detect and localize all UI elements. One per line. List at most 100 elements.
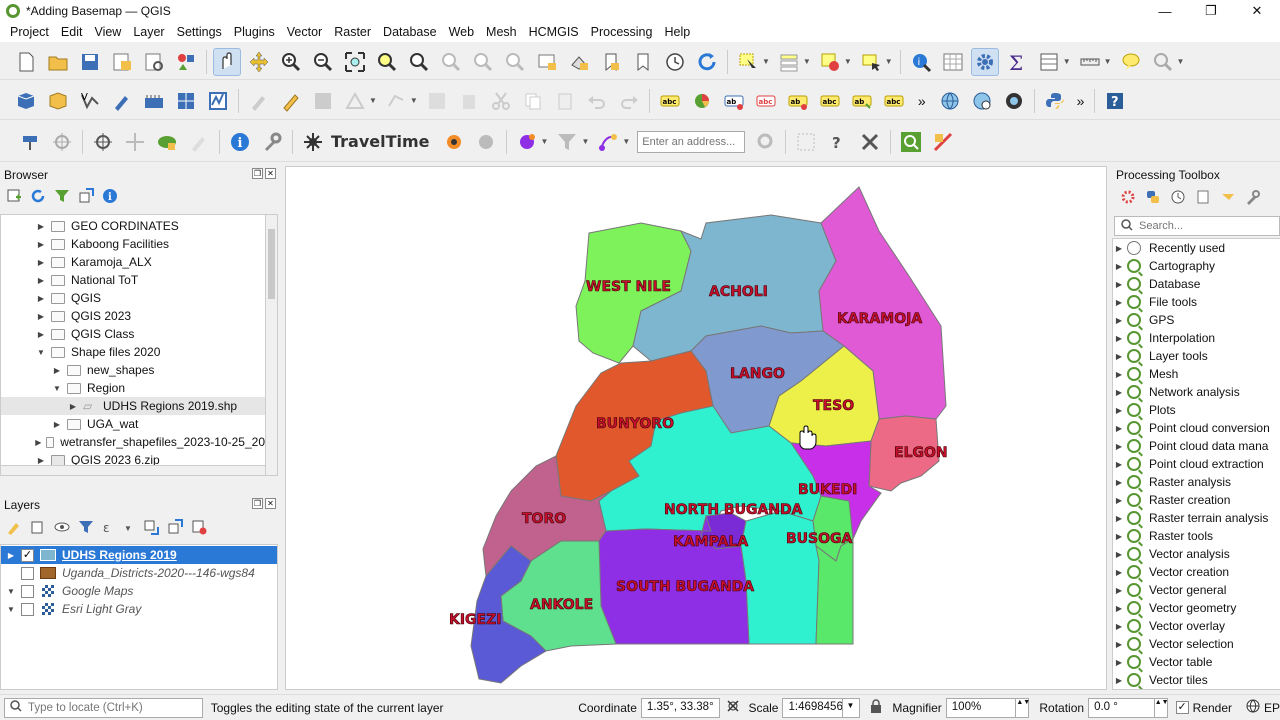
pan-map-icon[interactable] bbox=[213, 47, 241, 76]
select-location-icon[interactable] bbox=[857, 48, 885, 76]
coordinate-field[interactable]: 1.35°, 33.38° bbox=[640, 697, 721, 718]
menu-hcmgis[interactable]: HCMGIS bbox=[523, 25, 585, 39]
menu-edit[interactable]: Edit bbox=[55, 25, 89, 39]
close-button[interactable]: ✕ bbox=[1234, 0, 1280, 22]
processing-item[interactable]: ▶ Cartography bbox=[1113, 257, 1280, 275]
label-change-icon[interactable]: ab bbox=[848, 87, 876, 115]
open-attribute-table-icon[interactable] bbox=[939, 48, 967, 76]
lock-scale-icon[interactable] bbox=[870, 699, 882, 716]
open-project-icon[interactable] bbox=[44, 48, 72, 76]
help-identify-icon[interactable]: ? bbox=[824, 128, 852, 156]
expand-arrow-icon[interactable]: ▶ bbox=[1113, 262, 1125, 271]
processing-item[interactable]: ▶ Vector overlay bbox=[1113, 617, 1280, 635]
models-icon[interactable] bbox=[1120, 189, 1136, 208]
delete-selected-icon[interactable] bbox=[455, 87, 483, 115]
info-icon[interactable]: i bbox=[102, 188, 118, 207]
digitize-icon[interactable] bbox=[108, 87, 136, 115]
expand-arrow-icon[interactable]: ▶ bbox=[1113, 370, 1125, 379]
processing-item-recently-used[interactable]: ▶ Recently used bbox=[1113, 239, 1280, 257]
add-grid-layer-icon[interactable] bbox=[172, 87, 200, 115]
processing-item[interactable]: ▶ Point cloud conversion bbox=[1113, 419, 1280, 437]
processing-item[interactable]: ▶ Raster analysis bbox=[1113, 473, 1280, 491]
menu-plugins[interactable]: Plugins bbox=[228, 25, 281, 39]
expand-arrow-icon[interactable]: ▶ bbox=[1113, 442, 1125, 451]
expand-arrow-icon[interactable]: ▶ bbox=[1113, 622, 1125, 631]
label-abc-icon[interactable]: abc bbox=[656, 87, 684, 115]
layer-visibility-checkbox[interactable] bbox=[21, 602, 34, 616]
magnifier-field[interactable]: 100% bbox=[945, 697, 1016, 718]
add-group-icon[interactable] bbox=[30, 519, 46, 538]
address-search-icon[interactable] bbox=[751, 128, 779, 156]
tree-item[interactable]: ▶ wetransfer_shapefiles_2023-10-25_20 bbox=[1, 433, 265, 451]
processing-item[interactable]: ▶ Raster creation bbox=[1113, 491, 1280, 509]
expand-arrow-icon[interactable]: ▶ bbox=[1113, 388, 1125, 397]
menu-database[interactable]: Database bbox=[377, 25, 443, 39]
data-source-manager-icon[interactable] bbox=[12, 87, 40, 115]
browser-scrollbar[interactable] bbox=[265, 215, 277, 475]
collapse-arrow-icon[interactable]: ▼ bbox=[5, 605, 17, 614]
snapping-icon[interactable] bbox=[121, 128, 149, 156]
new-print-layout-icon[interactable] bbox=[108, 48, 136, 76]
address-input[interactable] bbox=[637, 130, 746, 153]
tree-item[interactable]: ▶ Kaboong Facilities bbox=[1, 235, 265, 253]
expand-arrow-icon[interactable]: ▶ bbox=[1113, 352, 1125, 361]
refresh-icon[interactable] bbox=[693, 48, 721, 76]
collapse-arrow-icon[interactable]: ▼ bbox=[35, 348, 47, 357]
layer-visibility-checkbox[interactable]: ✓ bbox=[21, 548, 34, 562]
layer-row-udhs-regions[interactable]: ▶ ✓ UDHS Regions 2019 bbox=[1, 546, 277, 564]
processing-item[interactable]: ▶ Vector creation bbox=[1113, 563, 1280, 581]
processing-item[interactable]: ▶ Database bbox=[1113, 275, 1280, 293]
scale-dropdown-icon[interactable]: ▼ bbox=[842, 697, 861, 718]
expand-arrow-icon[interactable]: ▶ bbox=[1113, 550, 1125, 559]
results-viewer-icon[interactable] bbox=[1195, 189, 1211, 208]
menu-project[interactable]: Project bbox=[4, 25, 55, 39]
dropdown-arrow-icon[interactable]: ▼ bbox=[762, 57, 770, 66]
current-edits-icon[interactable] bbox=[245, 87, 273, 115]
add-feature-icon[interactable] bbox=[341, 87, 369, 115]
layer-styling-icon[interactable] bbox=[6, 519, 22, 538]
dropdown-arrow-icon[interactable]: ▼ bbox=[885, 57, 893, 66]
dropdown-arrow-icon[interactable]: ▼ bbox=[1104, 57, 1112, 66]
processing-item[interactable]: ▶ Raster terrain analysis bbox=[1113, 509, 1280, 527]
expand-arrow-icon[interactable]: ▶ bbox=[1113, 586, 1125, 595]
tools-icon[interactable] bbox=[856, 128, 884, 156]
filter-legend-icon[interactable] bbox=[78, 519, 94, 538]
save-project-icon[interactable] bbox=[76, 48, 104, 76]
dropdown-arrow-icon[interactable]: ▼ bbox=[541, 137, 549, 146]
expand-arrow-icon[interactable]: ▶ bbox=[35, 312, 47, 321]
processing-item[interactable]: ▶ Raster tools bbox=[1113, 527, 1280, 545]
style-manager-icon[interactable] bbox=[172, 48, 200, 76]
tree-item[interactable]: ▶ QGIS Class bbox=[1, 325, 265, 343]
select-by-value-icon[interactable] bbox=[775, 48, 803, 76]
cloud-plugin-icon[interactable] bbox=[153, 128, 181, 156]
layer-row-google-maps[interactable]: ▼ Google Maps bbox=[1, 582, 277, 600]
select-features-icon[interactable] bbox=[734, 48, 762, 76]
processing-item[interactable]: ▶ Layer tools bbox=[1113, 347, 1280, 365]
expand-arrow-icon[interactable]: ▶ bbox=[1113, 334, 1125, 343]
expand-arrow-icon[interactable]: ▶ bbox=[67, 402, 79, 411]
dropdown-arrow-icon[interactable]: ▼ bbox=[1177, 57, 1185, 66]
quickmap-globe-icon[interactable] bbox=[936, 87, 964, 115]
show-bookmarks-icon[interactable] bbox=[629, 48, 657, 76]
collapse-all-icon[interactable] bbox=[78, 187, 94, 207]
save-edits-icon[interactable] bbox=[309, 87, 337, 115]
rotation-field[interactable]: 0.0 ° bbox=[1088, 697, 1154, 718]
edit-features-icon[interactable] bbox=[1220, 189, 1236, 208]
traveltime-label[interactable]: TravelTime bbox=[331, 132, 430, 151]
expand-arrow-icon[interactable]: ▶ bbox=[35, 258, 47, 267]
tree-item-selected[interactable]: ▶ ▱ UDHS Regions 2019.shp bbox=[1, 397, 265, 415]
copy-features-icon[interactable] bbox=[519, 87, 547, 115]
python-console-icon[interactable] bbox=[1041, 87, 1069, 115]
toolbar-overflow-icon[interactable]: » bbox=[918, 93, 926, 109]
filter-icon[interactable] bbox=[54, 188, 70, 207]
tree-item[interactable]: ▶ UGA_wat bbox=[1, 415, 265, 433]
collapse-all-icon[interactable] bbox=[167, 518, 183, 538]
render-checkbox[interactable]: ✓ bbox=[1175, 701, 1189, 714]
label-move-icon[interactable]: ab bbox=[784, 87, 812, 115]
processing-item[interactable]: ▶ Network analysis bbox=[1113, 383, 1280, 401]
dropdown-arrow-icon[interactable]: ▼ bbox=[410, 96, 418, 105]
refresh-icon[interactable] bbox=[30, 188, 46, 207]
expand-arrow-icon[interactable]: ▶ bbox=[51, 366, 63, 375]
measure-line-icon[interactable] bbox=[1076, 48, 1104, 76]
geocode-route-icon[interactable] bbox=[594, 128, 622, 156]
